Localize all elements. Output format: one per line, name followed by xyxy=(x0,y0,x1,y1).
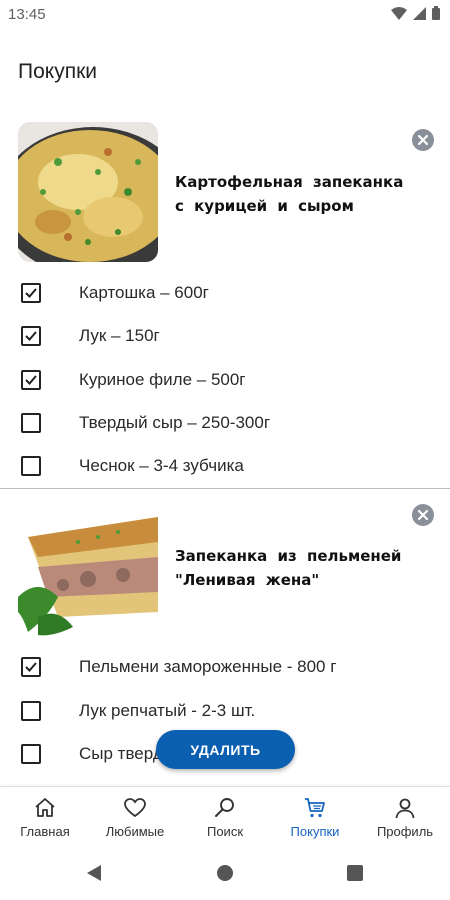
ingredient-label: Куриное филе – 500г xyxy=(79,370,246,389)
checkbox-checked[interactable] xyxy=(21,657,41,677)
nav-item-profile[interactable]: Профиль xyxy=(360,787,450,847)
remove-recipe-icon[interactable] xyxy=(412,129,434,151)
heart-icon xyxy=(124,798,146,818)
checkbox-checked[interactable] xyxy=(21,370,41,390)
page-title: Покупки xyxy=(18,60,97,83)
recipe-thumbnail[interactable] xyxy=(18,122,158,262)
battery-icon xyxy=(432,6,440,20)
recents-icon[interactable] xyxy=(346,864,364,882)
nav-label: Любимые xyxy=(105,824,165,839)
nav-label: Профиль xyxy=(376,824,434,839)
ingredient-item[interactable]: Куриное филе – 500г xyxy=(0,365,450,395)
cart-icon xyxy=(305,798,325,818)
ingredient-label: Лук репчатый - 2-3 шт. xyxy=(79,701,256,720)
checkbox-checked[interactable] xyxy=(21,326,41,346)
wifi-icon xyxy=(391,6,407,20)
nav-label: Поиск xyxy=(206,824,244,839)
section-divider xyxy=(0,488,450,489)
ingredient-item[interactable]: Пельмени замороженные - 800 г xyxy=(0,652,450,682)
nav-item-home[interactable]: Главная xyxy=(0,787,90,847)
home-icon xyxy=(35,798,55,817)
search-icon xyxy=(215,798,234,817)
home-circle-icon[interactable] xyxy=(216,864,234,882)
status-bar: 13:45 xyxy=(0,0,450,28)
ingredient-item[interactable]: Твердый сыр – 250-300г xyxy=(0,408,450,438)
nav-item-shopping[interactable]: Покупки xyxy=(270,787,360,847)
delete-button[interactable]: УДАЛИТЬ xyxy=(156,730,295,769)
recipe-title: Запеканка из пельменей "Ленивая жена" xyxy=(175,547,402,589)
status-icons xyxy=(391,6,440,20)
remove-recipe-icon[interactable] xyxy=(412,504,434,526)
ingredient-item[interactable]: Картошка – 600г xyxy=(0,278,450,308)
nav-item-search[interactable]: Поиск xyxy=(180,787,270,847)
checkbox-unchecked[interactable] xyxy=(21,744,41,764)
checkbox-unchecked[interactable] xyxy=(21,456,41,476)
system-nav-bar xyxy=(0,846,450,900)
recipe-thumbnail[interactable] xyxy=(18,497,158,637)
ingredient-item[interactable]: Лук репчатый - 2-3 шт. xyxy=(0,696,450,726)
ingredient-label: Чеснок – 3-4 зубчика xyxy=(79,456,244,475)
checkbox-checked[interactable] xyxy=(21,283,41,303)
ingredient-item[interactable]: Чеснок – 3-4 зубчика xyxy=(0,451,450,481)
ingredient-label: Лук – 150г xyxy=(79,326,160,345)
bottom-nav: Главная Любимые Поиск Покупки Профиль xyxy=(0,786,450,846)
nav-label: Главная xyxy=(20,824,70,839)
ingredient-label: Твердый сыр – 250-300г xyxy=(79,413,271,432)
ingredient-label: Картошка – 600г xyxy=(79,283,209,302)
back-icon[interactable] xyxy=(85,864,103,882)
nav-label: Покупки xyxy=(290,824,340,839)
person-icon xyxy=(395,798,415,819)
status-time: 13:45 xyxy=(8,6,46,23)
nav-item-favorites[interactable]: Любимые xyxy=(90,787,180,847)
signal-icon xyxy=(413,6,426,20)
ingredient-label: Пельмени замороженные - 800 г xyxy=(79,657,337,676)
ingredient-item[interactable]: Лук – 150г xyxy=(0,321,450,351)
recipe-title: Картофельная запеканка с курицей и сыром xyxy=(175,173,404,215)
checkbox-unchecked[interactable] xyxy=(21,701,41,721)
checkbox-unchecked[interactable] xyxy=(21,413,41,433)
